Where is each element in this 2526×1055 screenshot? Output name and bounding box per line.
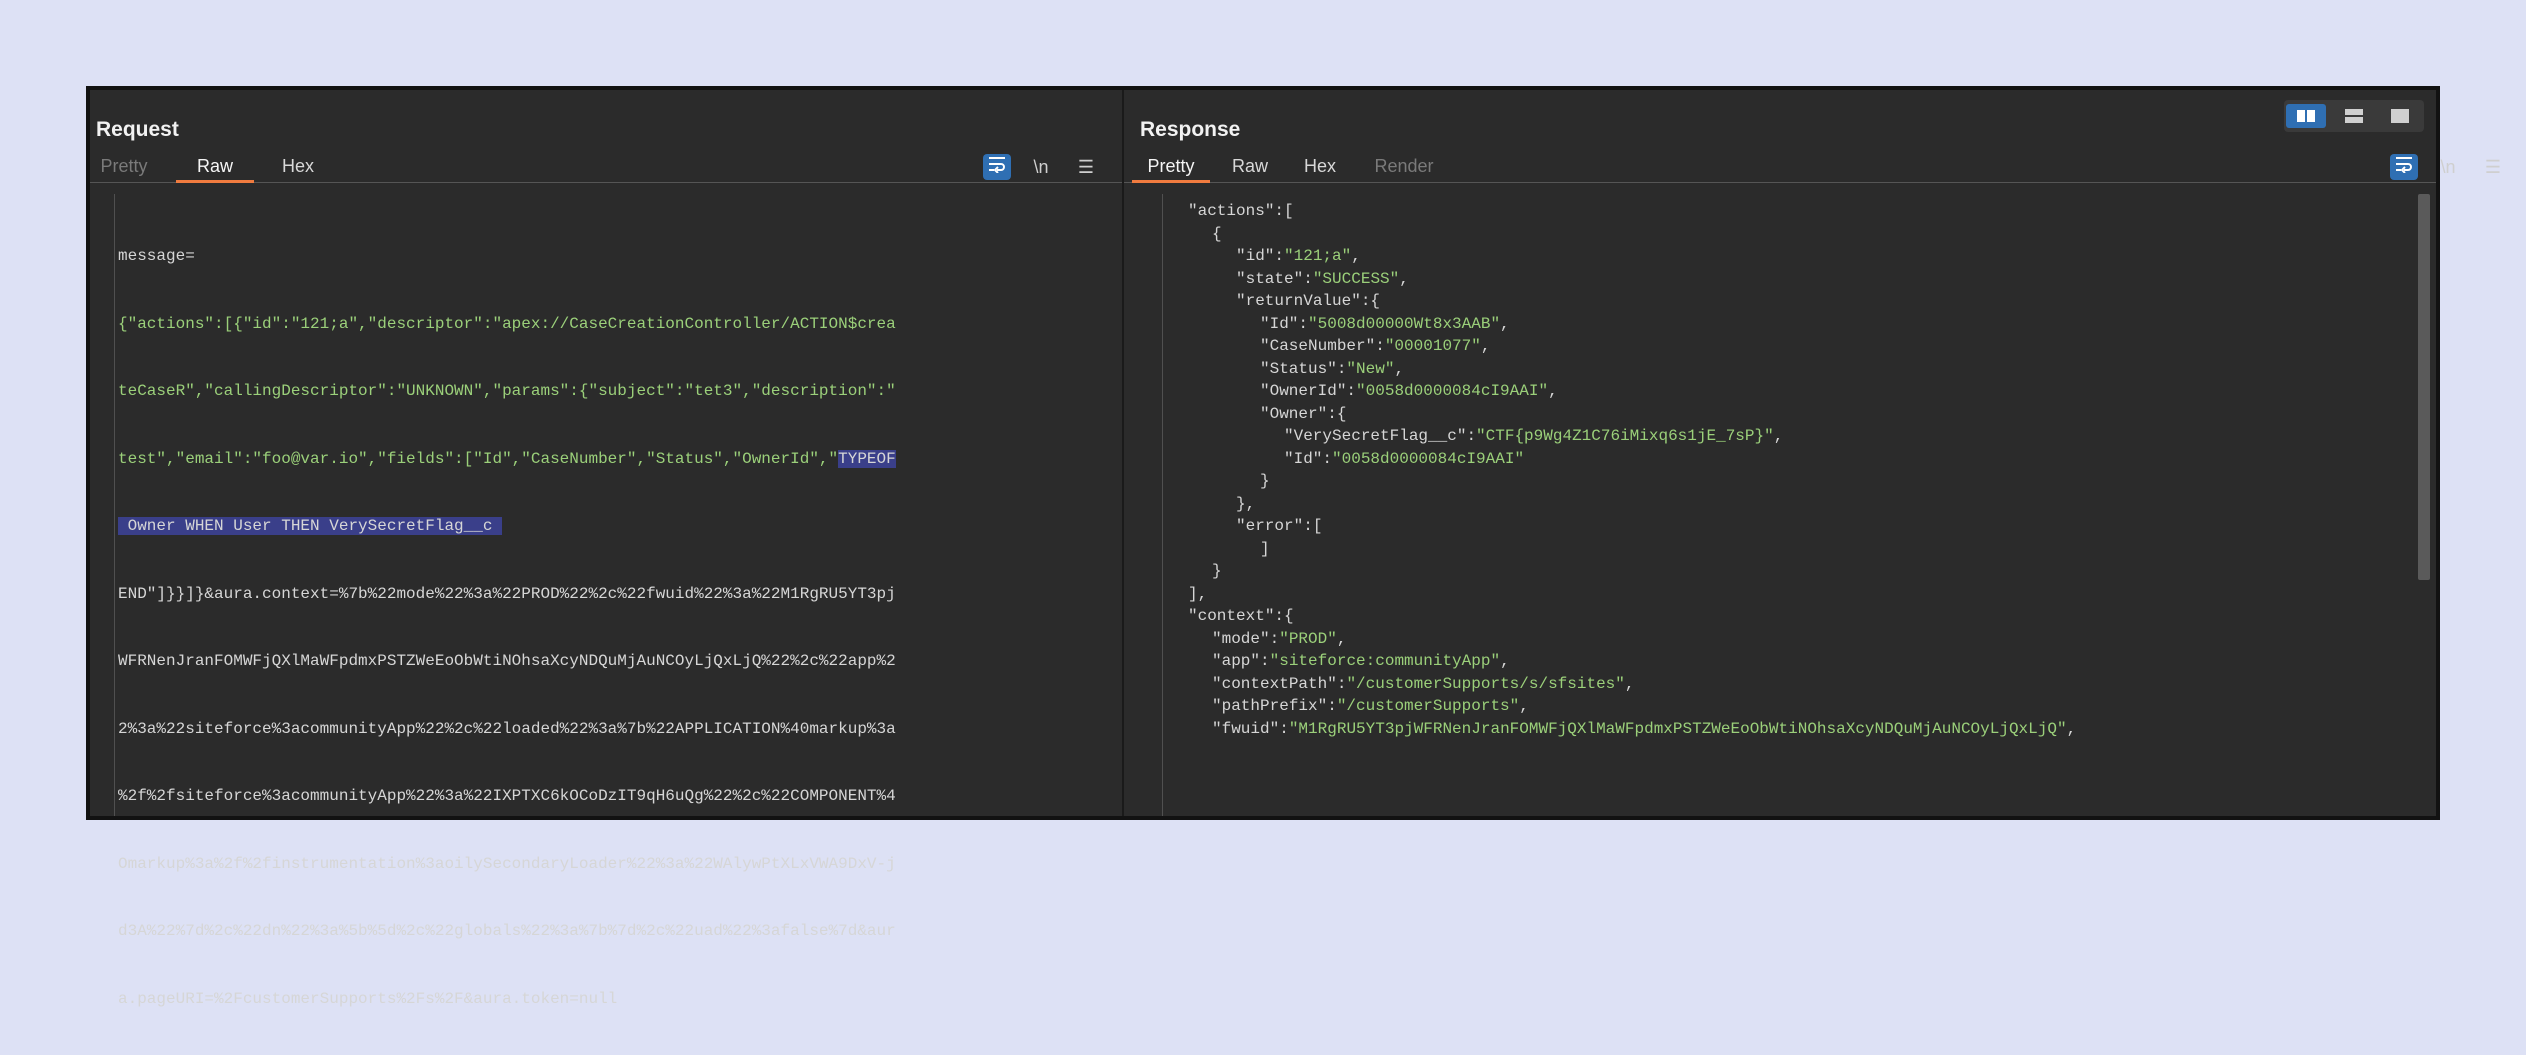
response-body[interactable]: "actions":[ { "id":"121;a", "state":"SUCCES… [1164, 200, 2454, 820]
request-pane: Request Pretty Raw Hex \n ☰ message= {"a… [90, 90, 1122, 1008]
request-line: WFRNenJranFOMWFjQXlMaWFpdmxPSTZWeEoObWti… [118, 652, 896, 670]
response-line: "contextPath":"/customerSupports/s/sfsit… [1212, 674, 1635, 693]
tab-hex[interactable]: Hex [276, 152, 320, 180]
response-line: "actions":[ [1188, 202, 1294, 220]
selected-text: TYPEOF [838, 449, 896, 468]
response-line: "Status":"New", [1260, 359, 1405, 378]
newline-toggle[interactable]: \n [1027, 154, 1055, 180]
tab-raw[interactable]: Raw [176, 152, 254, 183]
response-line: "Owner":{ [1260, 404, 1347, 423]
tab-pretty[interactable]: Pretty [96, 152, 152, 180]
layout-switcher [2284, 100, 2424, 132]
response-line: "VerySecretFlag__c":"CTF{p9Wg4Z1C76iMixq… [1284, 427, 1784, 445]
request-line: teCaseR","callingDescriptor":"UNKNOWN","… [118, 382, 896, 400]
tab-raw[interactable]: Raw [1228, 152, 1272, 180]
tab-pretty[interactable]: Pretty [1132, 152, 1210, 183]
wrap-lines-icon[interactable] [983, 154, 1011, 180]
response-pane: Response Pretty Raw Hex Render \n ☰ "act… [1124, 90, 2501, 816]
request-line: message= [118, 247, 195, 265]
split-horizontal-icon[interactable] [2334, 104, 2374, 128]
response-line: ] [1260, 539, 1270, 558]
response-line: "Id":"0058d0000084cI9AAI" [1284, 449, 1525, 468]
response-line: "Id":"5008d00000Wt8x3AAB", [1260, 314, 1510, 333]
response-line: "id":"121;a", [1236, 247, 1361, 265]
request-line: Omarkup%3a%2f%2finstrumentation%3aoilySe… [118, 854, 896, 873]
request-line: a.pageURI=%2FcustomerSupports%2Fs%2F&aur… [118, 989, 618, 1008]
newline-toggle[interactable]: \n [2434, 154, 2462, 180]
request-tabs: Pretty Raw Hex [90, 152, 1122, 183]
request-line: {"actions":[{"id":"121;a","descriptor":"… [118, 314, 896, 333]
request-title: Request [96, 118, 179, 141]
response-line: }, [1236, 494, 1256, 513]
response-line: } [1212, 562, 1222, 580]
response-line: { [1212, 224, 1222, 243]
request-line: d3A%22%7d%2c%22dn%22%3a%5b%5d%2c%22globa… [118, 922, 896, 940]
request-line: 2%3a%22siteforce%3acommunityApp%22%2c%22… [118, 719, 896, 738]
hamburger-icon[interactable]: ☰ [2479, 154, 2507, 180]
selected-text: Owner WHEN User THEN VerySecretFlag__c [118, 517, 503, 535]
request-line: %2f%2fsiteforce%3acommunityApp%22%3a%22I… [118, 787, 896, 805]
response-line: "mode":"PROD", [1212, 629, 1347, 648]
response-line: "pathPrefix":"/customerSupports", [1212, 697, 1529, 715]
response-line: "OwnerId":"0058d0000084cI9AAI", [1260, 382, 1558, 400]
response-line: "fwuid":"M1RgRU5YT3pjWFRNenJranFOMWFjQXl… [1212, 719, 2077, 738]
response-line: "state":"SUCCESS", [1236, 269, 1409, 288]
response-tabs: Pretty Raw Hex Render [1124, 152, 2436, 183]
tab-hex[interactable]: Hex [1300, 152, 1340, 180]
single-pane-icon[interactable] [2380, 104, 2420, 128]
response-scrollbar[interactable] [2418, 194, 2430, 580]
wrap-lines-icon[interactable] [2390, 154, 2418, 180]
hamburger-icon[interactable]: ☰ [1072, 154, 1100, 180]
response-line: "returnValue":{ [1236, 292, 1381, 310]
split-vertical-icon[interactable] [2286, 104, 2326, 128]
request-gutter [114, 194, 115, 816]
request-body[interactable]: message= {"actions":[{"id":"121;a","desc… [118, 200, 1116, 1055]
tab-render[interactable]: Render [1370, 152, 1438, 180]
request-line: END"]}}]}&aura.context=%7b%22mode%22%3a%… [118, 584, 896, 603]
response-line: "context":{ [1188, 607, 1294, 625]
response-line: "app":"siteforce:communityApp", [1212, 652, 1510, 670]
request-line: test","email":"foo@var.io","fields":["Id… [118, 449, 896, 468]
response-line: "CaseNumber":"00001077", [1260, 337, 1491, 355]
message-editor-window: Request Pretty Raw Hex \n ☰ message= {"a… [86, 86, 2501, 1008]
response-line: } [1260, 472, 1270, 490]
response-gutter [1162, 194, 1163, 816]
response-line: "error":[ [1236, 517, 1323, 535]
request-line: Owner WHEN User THEN VerySecretFlag__c [118, 515, 1116, 538]
response-title: Response [1140, 118, 1241, 141]
response-line: ], [1188, 584, 1208, 603]
